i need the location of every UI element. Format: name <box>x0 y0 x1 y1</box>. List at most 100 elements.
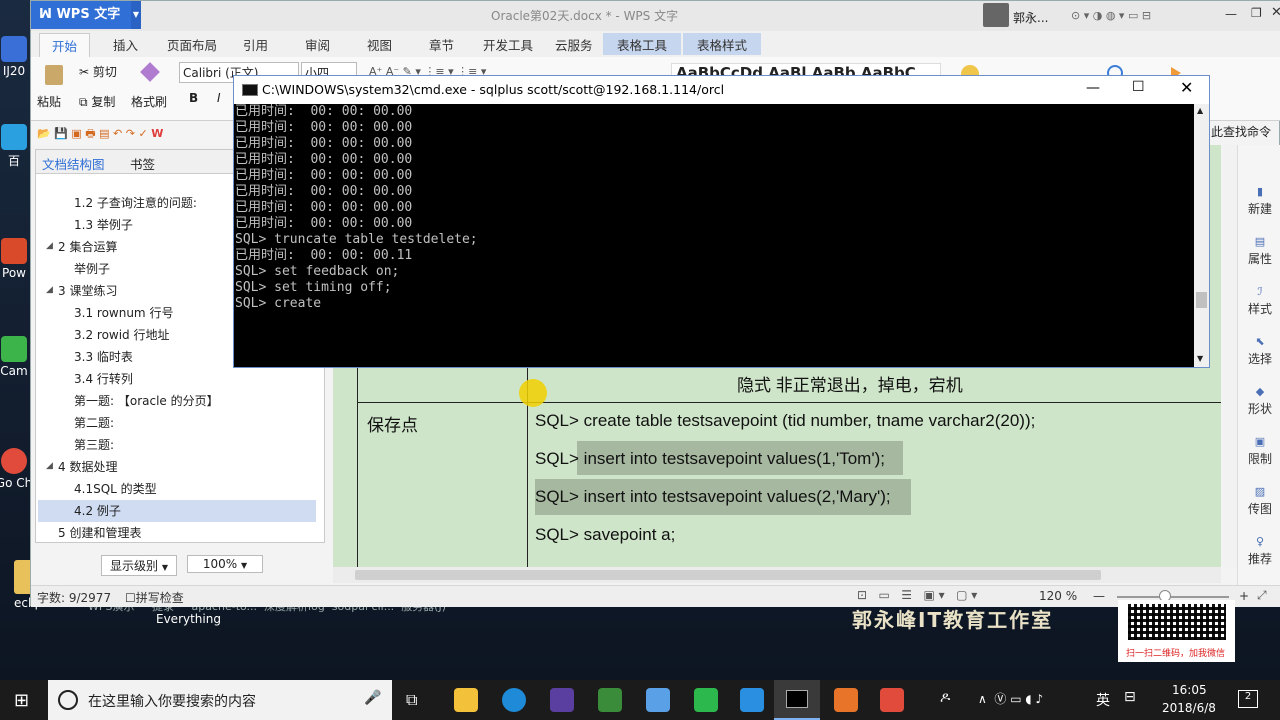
paste-icon[interactable] <box>45 65 63 85</box>
zoom-level[interactable]: 120 % <box>1039 589 1077 603</box>
find-command[interactable]: 此查找命令 <box>1211 123 1271 140</box>
scroll-up-icon[interactable]: ▲ <box>1197 106 1203 115</box>
keyboard-icon[interactable]: ⊟ <box>1124 689 1136 705</box>
show-level-select[interactable]: 显示级别 ▼ <box>101 555 177 576</box>
tab-outline[interactable]: 文档结构图 <box>42 154 105 173</box>
chevron-down-icon: ▼ <box>161 563 168 572</box>
intellij-icon[interactable] <box>550 688 574 712</box>
tab-layout[interactable]: 页面布局 <box>167 35 217 54</box>
word-count[interactable]: 字数: 9/2977 <box>37 589 111 606</box>
pane-zoom-select[interactable]: 100% ▼ <box>187 555 263 573</box>
search-box[interactable]: 在这里输入你要搜索的内容 🎤 <box>48 680 392 720</box>
panel-shape[interactable]: ◆ 形状 <box>1238 385 1280 417</box>
ime-indicator[interactable]: 英 <box>1096 690 1110 710</box>
outline-item[interactable]: 3.4 行转列 <box>36 368 318 390</box>
microphone-icon[interactable]: 🎤 <box>364 690 381 706</box>
vertical-scrollbar[interactable] <box>1223 145 1237 567</box>
savepoint-label: 保存点 <box>367 416 418 435</box>
outline-item[interactable]: 4.1SQL 的类型 <box>36 478 318 500</box>
panel-select[interactable]: ⬉ 选择 <box>1238 335 1280 367</box>
format-painter-button[interactable]: 格式刷 <box>131 93 167 110</box>
fullscreen-icon[interactable]: ⤢ <box>1257 588 1267 603</box>
desktop-icon[interactable]: 百 <box>0 124 34 169</box>
panel-properties[interactable]: ▤ 属性 <box>1238 235 1280 267</box>
cmd-scroll-thumb[interactable] <box>1196 292 1207 308</box>
app-menu-dropdown[interactable]: ▼ <box>131 1 141 29</box>
cmd-console[interactable]: 已用时间: 00: 00: 00.00 已用时间: 00: 00: 00.00 已用… <box>234 104 1194 367</box>
bold-button[interactable]: B <box>189 91 198 105</box>
minimize-button[interactable]: — <box>1225 7 1237 21</box>
tab-references[interactable]: 引用 <box>243 35 268 54</box>
horizontal-scrollbar[interactable] <box>333 567 1221 583</box>
file-explorer-icon[interactable] <box>454 688 478 712</box>
desktop-icon[interactable]: IJ20 <box>0 36 34 78</box>
screen-recorder-icon[interactable] <box>880 688 904 712</box>
tab-home[interactable]: 开始 <box>39 33 91 57</box>
tray-icons[interactable]: ∧ Ⓥ ▭ ◖ ♪ <box>978 690 1043 707</box>
virtualbox-icon[interactable] <box>646 688 670 712</box>
wps-app-menu[interactable]: ꟽ WPS 文字 <box>31 1 139 29</box>
paste-button[interactable]: 粘贴 <box>37 93 61 110</box>
windows-start-icon[interactable]: ⊞ <box>14 690 29 711</box>
spell-check[interactable]: ☐拼写检查 <box>125 589 184 606</box>
desktop-icon[interactable]: Pow <box>0 238 34 280</box>
notepad-icon[interactable] <box>598 688 622 712</box>
quick-access-icons[interactable]: 📂 💾 ▣ 🖶 ▤ ↶ ↷ ✓ W <box>37 125 163 144</box>
panel-restrict[interactable]: ▣ 限制 <box>1238 435 1280 467</box>
cmd-maximize-button[interactable]: ☐ <box>1132 79 1145 95</box>
tab-table-tools[interactable]: 表格工具 <box>603 33 682 55</box>
zoom-out-button[interactable]: — <box>1093 589 1105 603</box>
view-mode-buttons[interactable]: ⊡ ▭ ☰ ▣ ▾ ▢ ▾ <box>857 588 977 602</box>
wps-writer-icon[interactable] <box>740 688 764 712</box>
avatar[interactable] <box>983 3 1009 27</box>
console-line: SQL> truncate table testdelete; <box>235 232 478 247</box>
cmd-scrollbar[interactable]: ▲ ▼ <box>1194 104 1209 367</box>
notification-center[interactable]: 2 <box>1238 690 1258 708</box>
edge-icon[interactable] <box>502 688 526 712</box>
tab-insert[interactable]: 插入 <box>113 35 138 54</box>
panel-style[interactable]: ℐ 样式 <box>1238 285 1280 317</box>
cmd-minimize-button[interactable]: — <box>1086 80 1100 96</box>
tab-table-style[interactable]: 表格样式 <box>683 33 762 55</box>
cut-button[interactable]: ✂ 剪切 <box>79 63 117 80</box>
title-tools[interactable]: ⊙ ▾ ◑ ◍ ▾ ▭ ⊟ <box>1071 9 1151 22</box>
clock-date[interactable]: 2018/6/8 <box>1162 701 1216 715</box>
tab-developer[interactable]: 开发工具 <box>483 35 533 54</box>
outline-item[interactable]: 第一题: 【oracle 的分页】 <box>36 390 318 412</box>
people-icon[interactable]: ዶ <box>940 690 950 706</box>
user-name[interactable]: 郭永... <box>1013 9 1048 26</box>
italic-button[interactable]: I <box>217 91 221 105</box>
outline-item-selected[interactable]: 4.2 例子 <box>38 500 316 522</box>
presentation-icon[interactable] <box>834 688 858 712</box>
zoom-in-button[interactable]: + <box>1239 589 1249 603</box>
qr-code-card: 扫一扫二维码，加我微信 <box>1118 600 1235 662</box>
clock-time[interactable]: 16:05 <box>1172 683 1207 697</box>
tab-bookmark[interactable]: 书签 <box>130 154 155 173</box>
copy-button[interactable]: ⧉ 复制 <box>79 93 115 110</box>
desktop-icon[interactable]: Cam <box>0 336 34 378</box>
tab-view[interactable]: 视图 <box>367 35 392 54</box>
panel-new[interactable]: ▮ 新建 <box>1238 185 1280 217</box>
scroll-down-icon[interactable]: ▼ <box>1197 354 1203 363</box>
outline-item[interactable]: 第三题: <box>36 434 318 456</box>
restore-button[interactable]: ❐ <box>1251 6 1262 20</box>
format-painter-icon[interactable] <box>140 62 160 82</box>
panel-recommend[interactable]: ♀ 推荐 <box>1238 535 1280 567</box>
tab-review[interactable]: 审阅 <box>305 35 330 54</box>
tab-cloud[interactable]: 云服务 <box>555 35 593 54</box>
cmd-taskbar-button[interactable] <box>774 680 820 720</box>
task-view-icon[interactable]: ⧉ <box>406 690 417 710</box>
scroll-thumb[interactable] <box>355 570 1101 580</box>
table-border <box>357 402 1221 403</box>
cmd-close-button[interactable]: ✕ <box>1180 78 1193 97</box>
tab-chapter[interactable]: 章节 <box>429 35 454 54</box>
status-bar: 字数: 9/2977 ☐拼写检查 ⊡ ▭ ☰ ▣ ▾ ▢ ▾ 120 % — +… <box>31 585 1280 607</box>
camtasia-icon[interactable] <box>694 688 718 712</box>
outline-item[interactable]: 第二题: <box>36 412 318 434</box>
outline-item[interactable]: 4 数据处理 <box>36 456 318 478</box>
zoom-slider[interactable] <box>1117 596 1229 598</box>
close-button[interactable]: ✕ <box>1271 5 1280 20</box>
desktop-icon[interactable]: Go Ch <box>0 448 34 490</box>
panel-upload-image[interactable]: ▨ 传图 <box>1238 485 1280 517</box>
outline-item[interactable]: 5 创建和管理表 <box>36 522 318 544</box>
